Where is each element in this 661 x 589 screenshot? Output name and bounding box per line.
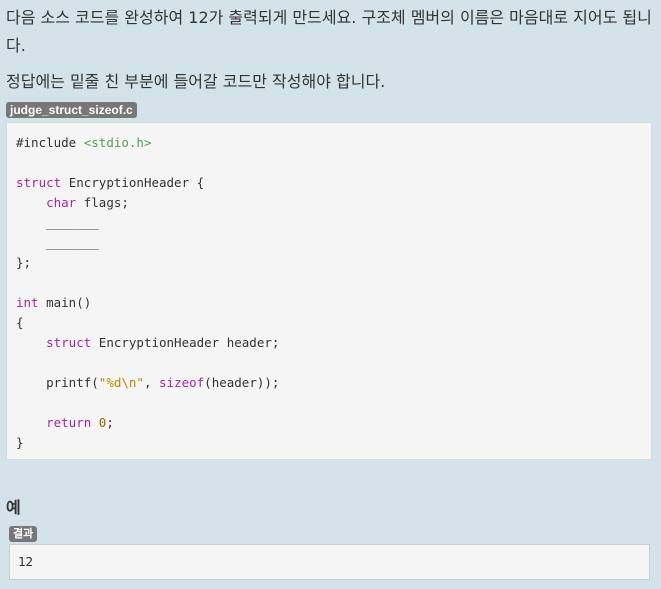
fill-in-blank-2: _______	[46, 235, 99, 250]
code-line-main: int main()	[16, 293, 642, 313]
code-line-blank-1: _______	[16, 213, 642, 233]
sizeof-keyword: sizeof	[159, 375, 205, 390]
main-signature: main()	[46, 295, 92, 310]
printf-call: printf(	[46, 375, 99, 390]
header-declaration: EncryptionHeader header;	[98, 335, 280, 350]
result-label-badge: 결과	[9, 526, 38, 542]
return-keyword: return	[46, 415, 92, 430]
close-brace: }	[16, 435, 24, 450]
struct-name: EncryptionHeader {	[68, 175, 205, 190]
code-block: #include <stdio.h> struct EncryptionHeade…	[6, 122, 652, 460]
fill-in-blank-1: _______	[46, 215, 99, 230]
char-member: flags;	[83, 195, 129, 210]
problem-description: 다음 소스 코드를 완성하여 12가 출력되게 만드세요. 구조체 멤버의 이름…	[6, 4, 656, 96]
include-directive: #include	[16, 135, 77, 150]
description-line-2: 정답에는 밑줄 친 부분에 들어갈 코드만 작성해야 합니다.	[6, 72, 386, 91]
file-name-badge: judge_struct_sizeof.c	[6, 102, 137, 118]
code-line-struct: struct EncryptionHeader {	[16, 173, 642, 193]
code-line-decl: struct EncryptionHeader header;	[16, 333, 642, 353]
format-string: "%d\n"	[98, 375, 144, 390]
description-line-1: 다음 소스 코드를 완성하여 12가 출력되게 만드세요. 구조체 멤버의 이름…	[6, 8, 652, 55]
open-brace: {	[16, 315, 24, 330]
struct-close: };	[16, 255, 32, 270]
code-line-printf: printf("%d\n", sizeof(header));	[16, 373, 642, 393]
code-content: #include <stdio.h> struct EncryptionHeade…	[16, 133, 642, 453]
code-line-struct-close: };	[16, 253, 642, 273]
result-output-box: 12	[9, 544, 650, 580]
char-keyword: char	[46, 195, 77, 210]
struct-keyword-2: struct	[46, 335, 92, 350]
code-line-blank-2: _______	[16, 233, 642, 253]
int-keyword: int	[16, 295, 39, 310]
result-value: 12	[18, 554, 34, 569]
code-line-open-brace: {	[16, 313, 642, 333]
arg-separator: ,	[143, 375, 160, 390]
code-line-close-brace: }	[16, 433, 642, 453]
semicolon: ;	[106, 415, 114, 430]
sizeof-arg: (header));	[204, 375, 280, 390]
example-heading: 예	[6, 498, 21, 517]
code-line-char: char flags;	[16, 193, 642, 213]
code-line-include: #include <stdio.h>	[16, 133, 642, 153]
code-line-return: return 0;	[16, 413, 642, 433]
struct-keyword: struct	[16, 175, 62, 190]
include-header: <stdio.h>	[83, 135, 152, 150]
